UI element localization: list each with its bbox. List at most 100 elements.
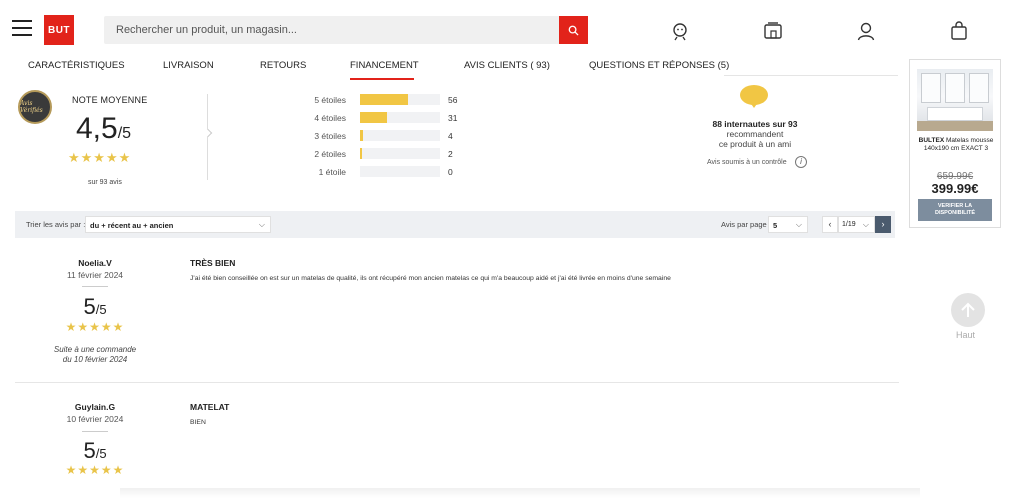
review-order-line1: Suite à une commande (53, 345, 137, 354)
ad-image-bed (927, 107, 983, 121)
rating-row-label: 1 étoile (318, 167, 346, 177)
rating-bar-track (360, 112, 440, 123)
review-text: BIEN (190, 419, 206, 426)
search-icon (568, 25, 579, 36)
per-page-value: 5 (773, 221, 778, 230)
tabs-divider (724, 75, 898, 76)
chevron-down-icon: ⌵ (795, 220, 802, 229)
review-count: sur 93 avis (88, 179, 122, 186)
page-select[interactable]: 1/19 ⌵ (838, 216, 875, 233)
tab-avis-clients[interactable]: AVIS CLIENTS ( 93) (464, 60, 550, 71)
sort-label: Trier les avis par : (26, 220, 86, 229)
search-button[interactable] (559, 16, 588, 44)
review-author: Guylain.G (74, 402, 116, 412)
review-stars: ★★★★★ (65, 320, 125, 334)
review-author: Noelia.V (78, 258, 112, 268)
review-date: 11 février 2024 (66, 270, 124, 280)
ad-image-window (921, 73, 941, 103)
rating-row-label: 4 étoiles (314, 113, 346, 123)
review-separator (82, 286, 108, 287)
rating-row-count: 31 (448, 113, 458, 123)
rating-row[interactable]: 4 étoiles 31 (300, 111, 500, 125)
bottom-shadow (120, 488, 920, 498)
recommendation-count: 88 internautes sur 93 (712, 119, 798, 129)
search-bar (104, 16, 588, 44)
menu-icon[interactable] (12, 20, 32, 38)
sort-value: du + récent au + ancien (90, 221, 174, 230)
product-ad[interactable]: BULTEX Matelas mousse 140x190 cm EXACT 3… (909, 59, 1001, 228)
recommendation-line3: ce produit à un ami (718, 139, 792, 149)
search-input[interactable] (104, 16, 559, 44)
tab-financement[interactable]: FINANCEMENT (350, 60, 419, 71)
review-title: MATELAT (190, 402, 230, 412)
per-page-label: Avis par page : (721, 220, 771, 229)
recommendation-text: 88 internautes sur 93 recommandent ce pr… (690, 119, 820, 149)
sort-select[interactable]: du + récent au + ancien ⌵ (85, 216, 271, 233)
tab-livraison[interactable]: LIVRAISON (163, 60, 214, 71)
review-score-denominator: /5 (95, 446, 107, 461)
rating-row-count: 2 (448, 149, 453, 159)
chevron-right-icon (203, 128, 213, 138)
check-availability-button[interactable]: VERIFIER LA DISPONIBILITÉ (918, 199, 992, 221)
review-order-info: Suite à une commande du 10 février 2024 (40, 345, 150, 365)
ad-image-floor (917, 121, 993, 131)
ad-image-window (969, 73, 989, 103)
rating-row-label: 2 étoiles (314, 149, 346, 159)
review-stars: ★★★★★ (65, 463, 125, 477)
rating-bar-track (360, 130, 440, 141)
review-score-value: 5 (83, 438, 96, 463)
ad-title: BULTEX Matelas mousse 140x190 cm EXACT 3 (914, 137, 998, 153)
per-page-select[interactable]: 5 ⌵ (768, 216, 808, 233)
rating-bar-fill (360, 94, 409, 105)
recommendation-line2: recommandent (726, 129, 784, 139)
rating-row-count: 0 (448, 167, 453, 177)
page-value: 1/19 (842, 221, 856, 228)
average-score: 4,5/5 (76, 112, 131, 146)
info-icon[interactable]: i (795, 156, 807, 168)
rating-bar-track (360, 166, 440, 177)
speech-bubble-tail (749, 101, 759, 108)
back-to-top-button[interactable] (951, 293, 985, 327)
review-date: 10 février 2024 (66, 414, 124, 424)
previous-page-button[interactable]: ‹ (822, 216, 838, 233)
site-header: BUT (0, 0, 1024, 60)
average-stars: ★★★★★ (68, 150, 132, 165)
review-score-denominator: /5 (95, 302, 107, 317)
chevron-down-icon: ⌵ (258, 220, 265, 229)
review-text: J'ai été bien conseillée on est sur un m… (190, 275, 671, 282)
rating-row[interactable]: 1 étoile 0 (300, 165, 500, 179)
store-icon[interactable] (762, 20, 784, 42)
rating-row-count: 56 (448, 95, 458, 105)
rating-bar-fill (360, 130, 364, 141)
chevron-down-icon: ⌵ (862, 220, 869, 229)
tab-caracteristiques[interactable]: CARACTÉRISTIQUES (28, 60, 125, 71)
rating-row-label: 3 étoiles (314, 131, 346, 141)
ad-brand: BULTEX (918, 137, 945, 144)
arrow-up-icon (961, 302, 975, 317)
account-icon[interactable] (855, 20, 877, 42)
but-logo[interactable]: BUT (44, 15, 74, 45)
next-page-button[interactable]: › (875, 216, 891, 233)
tab-retours[interactable]: RETOURS (260, 60, 306, 71)
review-score: 5/5 (40, 438, 150, 464)
product-tabs: CARACTÉRISTIQUES LIVRAISON RETOURS FINAN… (0, 55, 900, 81)
review-score: 5/5 (40, 294, 150, 320)
cart-icon[interactable] (948, 20, 970, 42)
logo-text: BUT (47, 24, 71, 36)
rating-row[interactable]: 3 étoiles 4 (300, 129, 500, 143)
rating-row-count: 4 (448, 131, 453, 141)
rating-bar-track (360, 94, 440, 105)
active-tab-indicator (350, 78, 414, 80)
rating-row-label: 5 étoiles (314, 95, 346, 105)
badge-text: Avis Vérifiés (20, 100, 43, 114)
rating-bar-fill (360, 112, 387, 123)
average-rating-label: NOTE MOYENNE (72, 95, 148, 105)
review-divider (15, 382, 899, 383)
rating-row[interactable]: 5 étoiles 56 (300, 93, 500, 107)
advisor-icon[interactable] (669, 20, 691, 42)
rating-bar-fill (360, 148, 362, 159)
tab-questions-reponses[interactable]: QUESTIONS ET RÉPONSES (5) (589, 60, 729, 71)
average-score-value: 4,5 (76, 112, 118, 145)
controle-text: Avis soumis à un contrôle (707, 159, 787, 166)
rating-row[interactable]: 2 étoiles 2 (300, 147, 500, 161)
